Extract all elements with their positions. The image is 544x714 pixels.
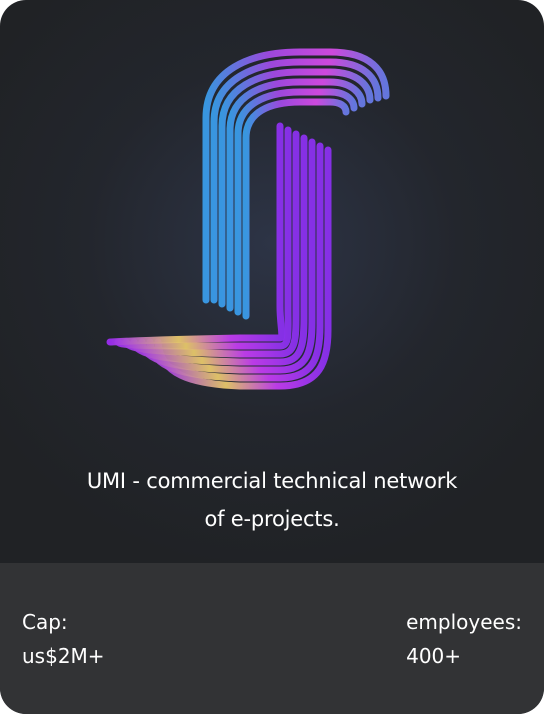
tagline: UMI - commercial technical network of e-…: [0, 462, 544, 538]
cap-stat: Cap: us$2M+: [22, 605, 105, 673]
cap-label: Cap:: [22, 610, 68, 634]
tagline-line-2: of e-projects.: [204, 507, 340, 531]
umi-logo-icon: [96, 48, 444, 390]
employees-stat: employees: 400+: [406, 605, 522, 673]
cap-value: us$2M+: [22, 644, 105, 668]
tagline-line-1: UMI - commercial technical network: [86, 469, 458, 493]
employees-value: 400+: [406, 644, 462, 668]
stats-panel: Cap: us$2M+ employees: 400+: [0, 563, 544, 714]
logo-area: [0, 0, 544, 430]
project-card[interactable]: UMI - commercial technical network of e-…: [0, 0, 544, 714]
employees-label: employees:: [406, 610, 522, 634]
